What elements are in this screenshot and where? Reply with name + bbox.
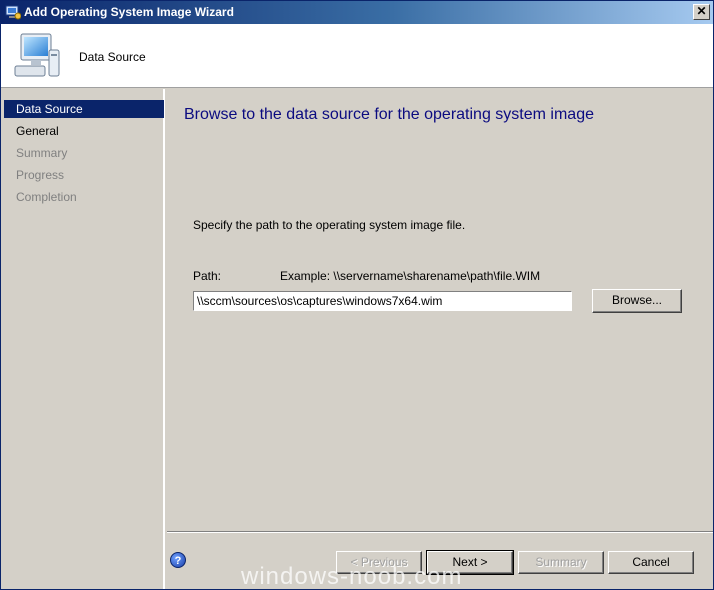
nav-item-summary: Summary xyxy=(16,146,68,160)
wizard-app-icon xyxy=(5,5,21,20)
summary-button: Summary xyxy=(518,551,604,574)
cancel-button[interactable]: Cancel xyxy=(608,551,694,574)
title-bar[interactable]: Add Operating System Image Wizard ✕ xyxy=(1,1,713,24)
nav-item-progress: Progress xyxy=(16,168,65,182)
computer-icon xyxy=(14,33,60,77)
wizard-content: Browse to the data source for the operat… xyxy=(167,89,713,529)
nav-item-general[interactable]: General xyxy=(4,122,164,140)
path-example: Example: \\servername\sharename\path\fil… xyxy=(280,269,541,283)
wizard-nav: Data Source General Summary Progress Com… xyxy=(1,89,165,589)
nav-item-data-source[interactable]: Data Source xyxy=(4,100,164,118)
close-button[interactable]: ✕ xyxy=(693,4,710,20)
instruction-text: Specify the path to the operating system… xyxy=(193,218,466,232)
help-icon[interactable]: ? xyxy=(170,552,186,568)
wizard-header: Data Source xyxy=(1,24,713,88)
path-label: Path: xyxy=(193,269,222,283)
nav-item-completion: Completion xyxy=(16,190,77,204)
page-heading: Browse to the data source for the operat… xyxy=(184,106,594,123)
window-title: Add Operating System Image Wizard xyxy=(24,5,234,19)
path-input[interactable] xyxy=(193,291,572,311)
watermark: windows-noob.com xyxy=(241,563,463,590)
header-title: Data Source xyxy=(79,50,146,64)
wizard-window: Add Operating System Image Wizard ✕ Data… xyxy=(0,0,714,590)
browse-button[interactable]: Browse... xyxy=(592,289,682,313)
footer-divider xyxy=(167,531,713,533)
